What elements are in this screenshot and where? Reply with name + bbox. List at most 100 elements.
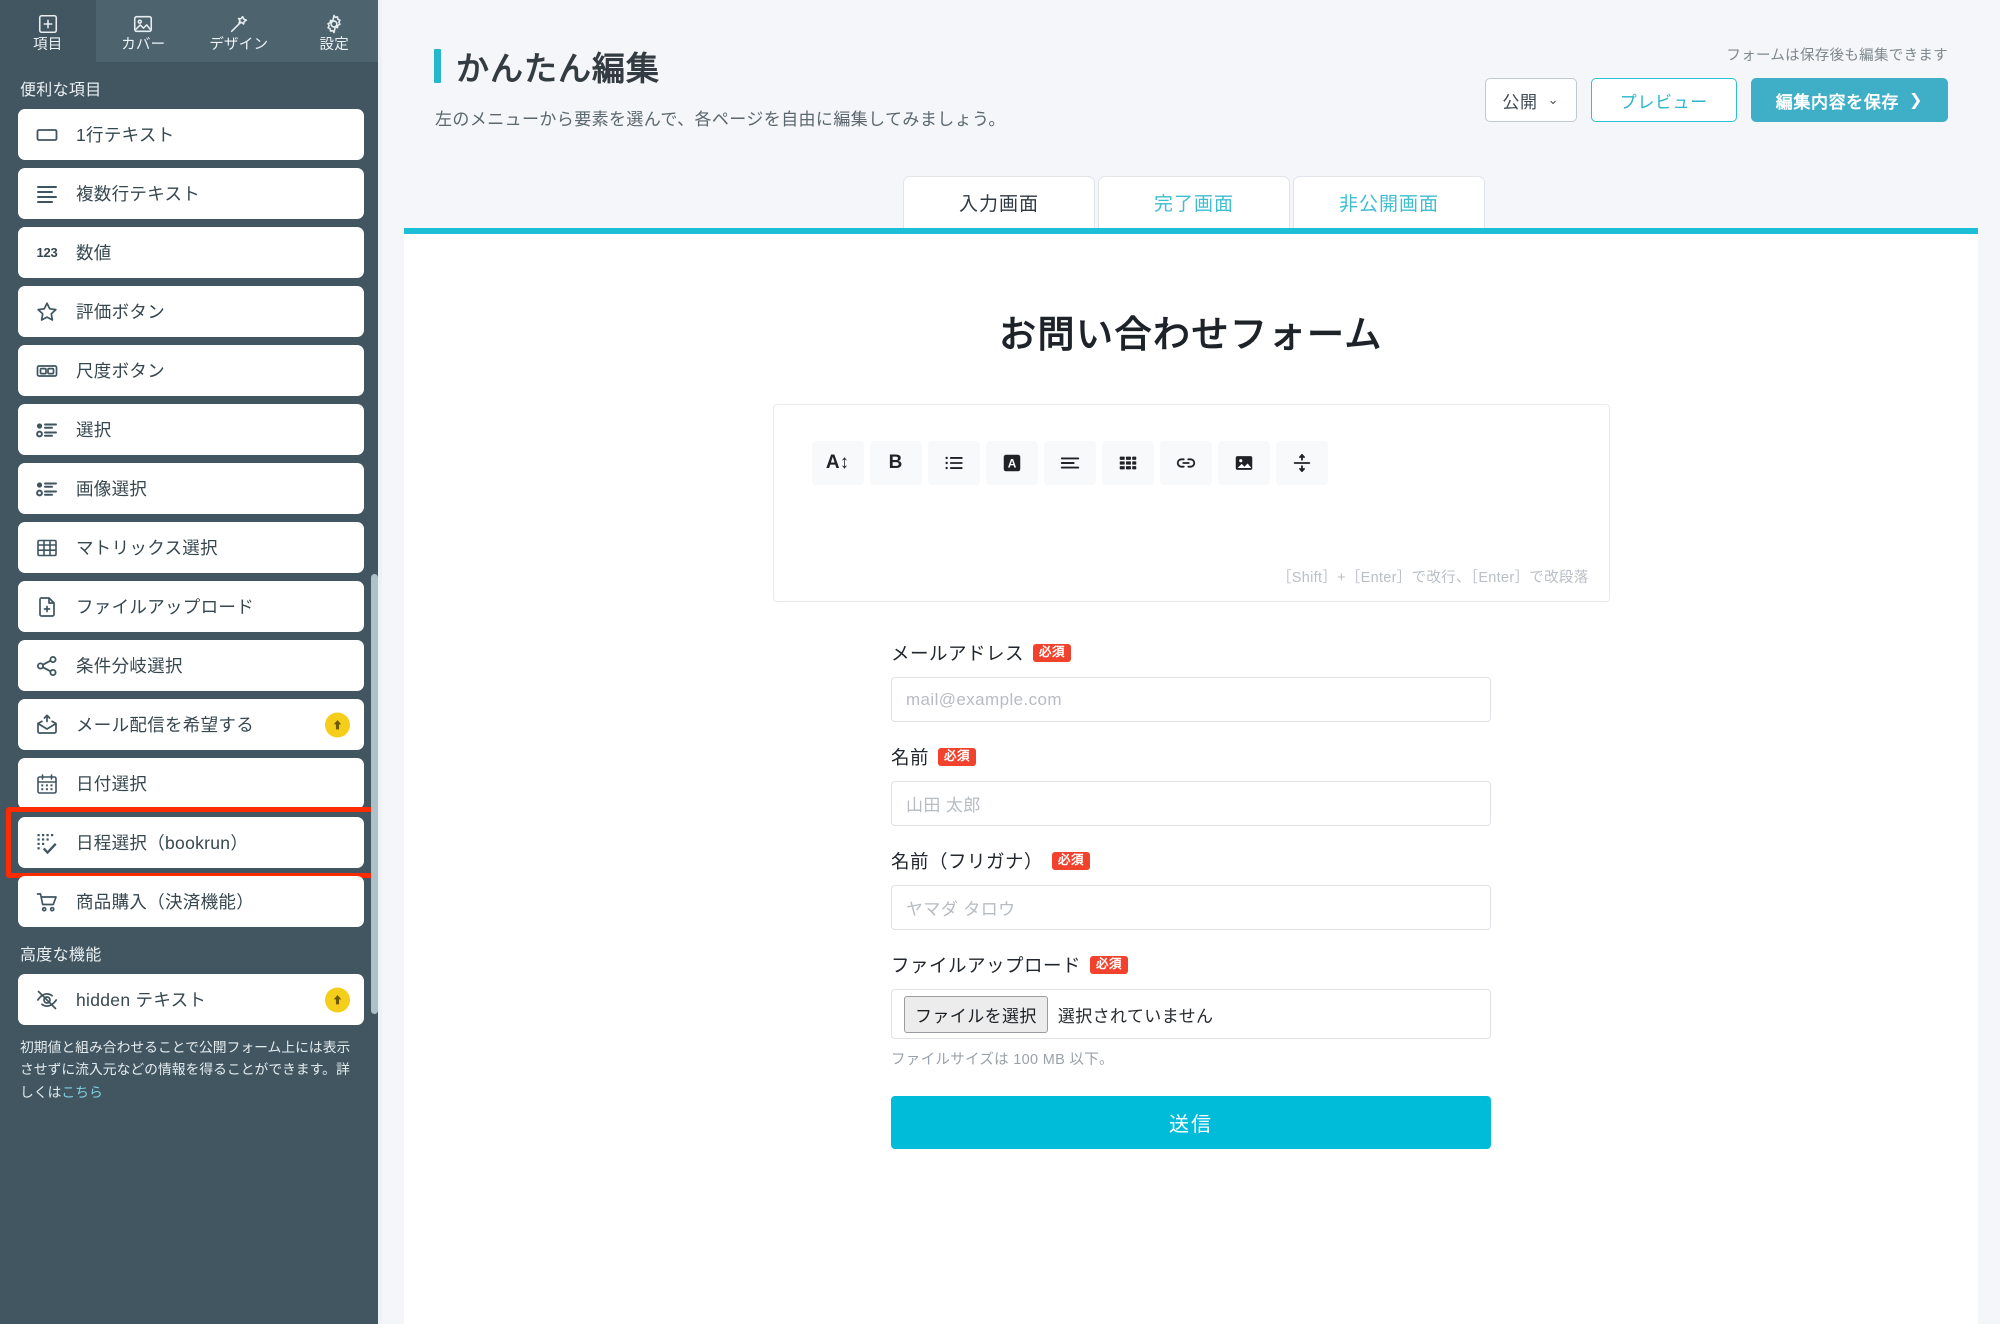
- sidebar-item-scale-button[interactable]: 尺度ボタン: [18, 345, 364, 396]
- sidebar-item-label: 数値: [76, 243, 112, 263]
- sidebar-footnote-link[interactable]: こちら: [61, 1085, 102, 1100]
- field-name: 名前 必須 山田 太郎: [891, 744, 1491, 826]
- image-icon: [131, 12, 155, 36]
- sidebar-item-image-choice[interactable]: 画像選択: [18, 463, 364, 514]
- sidebar-item-file-upload[interactable]: ファイルアップロード: [18, 581, 364, 632]
- main-content: かんたん編集 左のメニューから要素を選んで、各ページを自由に編集してみましょう。…: [382, 0, 2000, 1324]
- title-accent-bar: [434, 49, 441, 83]
- sidebar-section-heading-advanced: 高度な機能: [20, 947, 102, 964]
- field-label-text: 名前（フリガナ）: [891, 851, 1044, 872]
- chevron-right-icon: ❯: [1908, 92, 1923, 109]
- save-button-label: 編集内容を保存: [1775, 92, 1899, 112]
- star-icon: [34, 299, 60, 325]
- file-status-text: 選択されていません: [1057, 1006, 1214, 1026]
- sidebar-item-list: 1行テキスト 複数行テキスト 123 数値 評価ボタン 尺度ボタン 選択 画像選…: [6, 109, 376, 927]
- submit-button[interactable]: 送信: [891, 1096, 1491, 1149]
- sidebar-item-label: 日付選択: [76, 774, 148, 794]
- save-button[interactable]: 編集内容を保存 ❯: [1750, 78, 1948, 122]
- app-root: 項目 カバー デザイン 設定 便利な項目 1行テキスト 複数行テキスト 123 …: [0, 0, 2000, 1324]
- sidebar-item-multi-line-text[interactable]: 複数行テキスト: [18, 168, 364, 219]
- preview-button[interactable]: プレビュー: [1590, 78, 1737, 122]
- upgrade-badge-icon: [325, 987, 350, 1012]
- sidebar-item-mail-subscribe[interactable]: メール配信を希望する: [18, 699, 364, 750]
- sidebar-item-hidden-text[interactable]: hidden テキスト: [18, 974, 364, 1025]
- plus-square-icon: [36, 12, 60, 36]
- svg-text:A: A: [1007, 457, 1016, 471]
- tab-complete-screen[interactable]: 完了画面: [1098, 176, 1290, 228]
- table-icon[interactable]: [1101, 441, 1154, 485]
- bold-glyph: B: [888, 452, 903, 473]
- sidebar-item-choice[interactable]: 選択: [18, 404, 364, 455]
- sidebar-tab-design[interactable]: デザイン: [191, 0, 287, 62]
- align-icon[interactable]: [1043, 441, 1096, 485]
- file-upload-input[interactable]: ファイルを選択 選択されていません: [891, 989, 1491, 1039]
- bullet-list-icon[interactable]: [927, 441, 980, 485]
- sidebar-item-matrix-choice[interactable]: マトリックス選択: [18, 522, 364, 573]
- sidebar-scrollbar[interactable]: [371, 574, 378, 1014]
- eye-off-icon: [34, 987, 60, 1013]
- sidebar-item-label: マトリックス選択: [76, 538, 218, 558]
- link-icon[interactable]: [1159, 441, 1212, 485]
- sidebar-tab-label: 項目: [33, 37, 63, 54]
- single-line-text-icon: [34, 122, 60, 148]
- sidebar-item-label: ファイルアップロード: [76, 597, 254, 617]
- sidebar-item-label: 条件分岐選択: [76, 656, 183, 676]
- font-size-glyph: A↕: [825, 452, 850, 473]
- sidebar-item-product-purchase[interactable]: 商品購入（決済機能）: [18, 876, 364, 927]
- field-label-row: ファイルアップロード 必須: [891, 952, 1491, 978]
- divider-icon[interactable]: [1275, 441, 1328, 485]
- sidebar-item-conditional-branch[interactable]: 条件分岐選択: [18, 640, 364, 691]
- choose-file-button[interactable]: ファイルを選択: [904, 995, 1048, 1033]
- sidebar-item-rating-button[interactable]: 評価ボタン: [18, 286, 364, 337]
- screen-tab-bar: 入力画面 完了画面 非公開画面: [382, 176, 2000, 228]
- field-label-row: メールアドレス 必須: [891, 640, 1491, 666]
- schedule-check-icon: [34, 830, 60, 856]
- sidebar-tab-label: 設定: [319, 37, 349, 54]
- sidebar-tab-bar: 項目 カバー デザイン 設定: [0, 0, 382, 62]
- name-input[interactable]: 山田 太郎: [891, 781, 1491, 826]
- sidebar-tab-cover[interactable]: カバー: [96, 0, 192, 62]
- radio-list-icon: [34, 417, 60, 443]
- sidebar-item-label: 複数行テキスト: [76, 184, 201, 204]
- sidebar-tab-settings[interactable]: 設定: [287, 0, 383, 62]
- field-label-text: メールアドレス: [891, 643, 1025, 664]
- font-size-icon[interactable]: A↕: [811, 441, 864, 485]
- form-title[interactable]: お問い合わせフォーム: [404, 304, 1978, 358]
- field-label-text: ファイルアップロード: [891, 955, 1082, 976]
- gear-icon: [322, 12, 346, 36]
- email-input[interactable]: mail@example.com: [891, 677, 1491, 722]
- sidebar-section-heading-basic: 便利な項目: [20, 82, 102, 99]
- sidebar-item-label: 評価ボタン: [76, 302, 165, 322]
- editor-keyboard-hint: ［Shift］+［Enter］で改行、［Enter］で改段落: [1276, 570, 1589, 586]
- name-furigana-input[interactable]: ヤマダ タロウ: [891, 885, 1491, 930]
- field-file-upload: ファイルアップロード 必須 ファイルを選択 選択されていません ファイルサイズは…: [891, 952, 1491, 1069]
- rich-text-editor[interactable]: A↕ B A ［Shift］+［Enter］で改行、［Enter］で改段落: [772, 404, 1610, 602]
- form-canvas: お問い合わせフォーム A↕ B A ［Shift］+［Enter］で改行、［En…: [404, 228, 1978, 1324]
- sidebar-item-label: メール配信を希望する: [76, 715, 254, 735]
- number-123-icon: 123: [36, 245, 58, 260]
- grid-table-icon: [34, 535, 60, 561]
- file-size-note: ファイルサイズは 100 MB 以下。: [891, 1052, 1114, 1068]
- sidebar-body: 便利な項目 1行テキスト 複数行テキスト 123 数値 評価ボタン 尺度ボタン …: [0, 62, 382, 1324]
- share-branch-icon: [34, 653, 60, 679]
- required-badge: 必須: [1090, 955, 1129, 975]
- sidebar-item-date-picker[interactable]: 日付選択: [18, 758, 364, 809]
- field-label-text: 名前: [891, 747, 930, 768]
- multi-line-text-icon: [34, 181, 60, 207]
- sidebar-item-number[interactable]: 123 数値: [18, 227, 364, 278]
- tab-private-screen[interactable]: 非公開画面: [1293, 176, 1485, 228]
- publish-status-dropdown[interactable]: 公開 ⌄: [1484, 78, 1577, 122]
- text-color-icon[interactable]: A: [985, 441, 1038, 485]
- image-icon[interactable]: [1217, 441, 1270, 485]
- sidebar-item-single-line-text[interactable]: 1行テキスト: [18, 109, 364, 160]
- sidebar: 項目 カバー デザイン 設定 便利な項目 1行テキスト 複数行テキスト 123 …: [0, 0, 382, 1324]
- sidebar-item-schedule-bookrun[interactable]: 日程選択（bookrun）: [18, 817, 364, 868]
- sidebar-item-label: 日程選択（bookrun）: [76, 833, 249, 853]
- sidebar-tab-items[interactable]: 項目: [0, 0, 96, 62]
- tab-input-screen[interactable]: 入力画面: [903, 176, 1095, 228]
- sidebar-footnote: 初期値と組み合わせることで公開フォーム上には表示させずに流入元などの情報を得るこ…: [20, 1037, 362, 1104]
- scale-icon: [34, 358, 60, 384]
- bold-icon[interactable]: B: [869, 441, 922, 485]
- file-plus-icon: [34, 594, 60, 620]
- shopping-cart-icon: [34, 889, 60, 915]
